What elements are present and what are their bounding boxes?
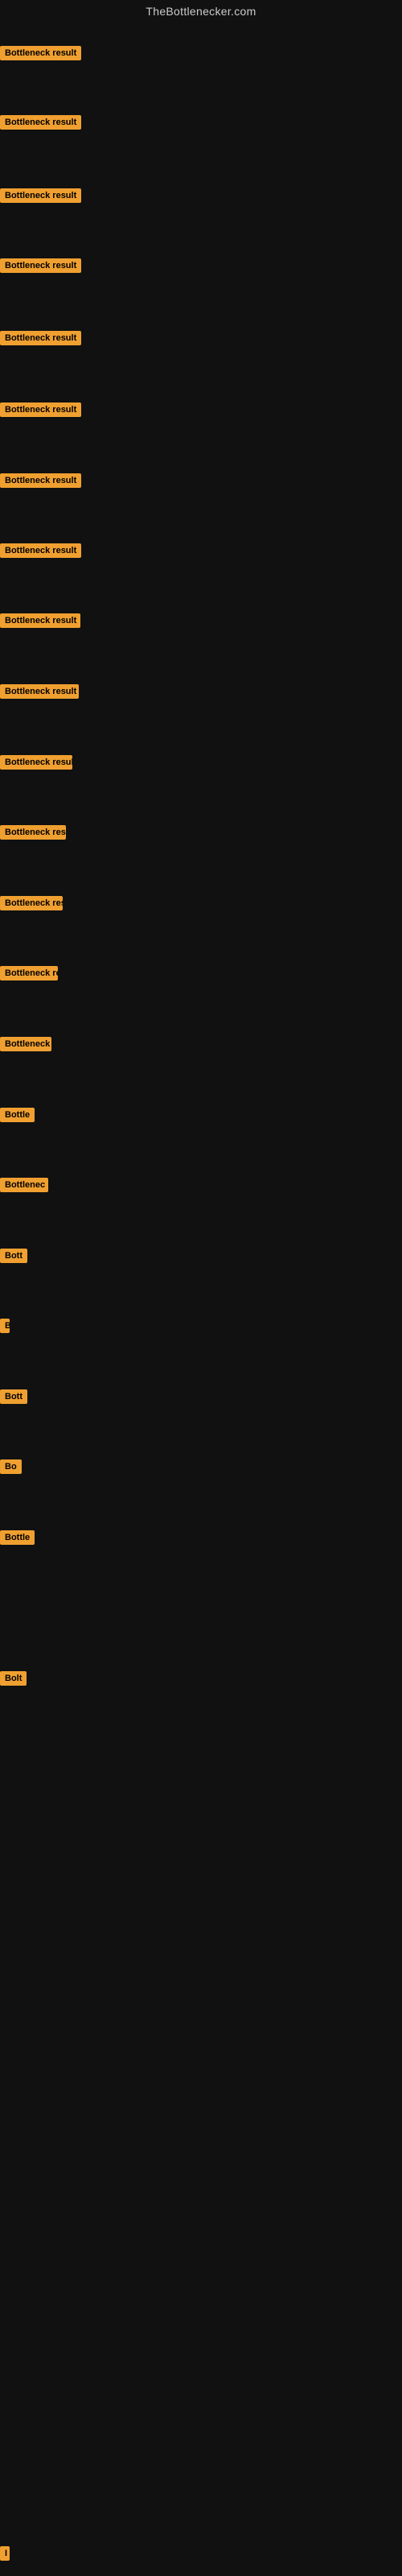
bottleneck-badge-4[interactable]: Bottleneck result [0, 258, 81, 273]
bottleneck-badge-row-8: Bottleneck result [0, 543, 81, 562]
bottleneck-badge-row-12: Bottleneck res [0, 825, 66, 844]
bottleneck-badge-row-17: Bottlenec [0, 1178, 48, 1196]
bottleneck-badge-row-23: Bolt [0, 1671, 27, 1690]
bottleneck-badge-row-16: Bottle [0, 1108, 35, 1126]
bottleneck-badge-row-3: Bottleneck result [0, 188, 81, 207]
bottleneck-badge-row-20: Bott [0, 1389, 27, 1408]
bottleneck-badge-row-9: Bottleneck result [0, 613, 80, 632]
bottleneck-badge-row-22: Bottle [0, 1530, 35, 1549]
bottleneck-badge-row-19: B [0, 1319, 10, 1337]
bottleneck-badge-row-14: Bottleneck re [0, 966, 58, 985]
bottleneck-badge-row-21: Bo [0, 1459, 22, 1478]
bottleneck-badge-21[interactable]: Bo [0, 1459, 22, 1474]
site-title: TheBottlenecker.com [0, 0, 402, 21]
bottleneck-badge-1[interactable]: Bottleneck result [0, 46, 81, 60]
bottleneck-badge-row-10: Bottleneck result [0, 684, 79, 703]
bottleneck-badge-row-15: Bottleneck [0, 1037, 51, 1055]
bottleneck-badge-row-13: Bottleneck res [0, 896, 63, 914]
bottleneck-badge-8[interactable]: Bottleneck result [0, 543, 81, 558]
bottleneck-badge-24[interactable]: I [0, 2546, 10, 2561]
bottleneck-badge-13[interactable]: Bottleneck res [0, 896, 63, 910]
bottleneck-badge-6[interactable]: Bottleneck result [0, 402, 81, 417]
bottleneck-badge-row-5: Bottleneck result [0, 331, 81, 349]
bottleneck-badge-row-2: Bottleneck result [0, 115, 81, 134]
bottleneck-badge-row-7: Bottleneck result [0, 473, 81, 492]
bottleneck-badge-14[interactable]: Bottleneck re [0, 966, 58, 980]
bottleneck-badge-23[interactable]: Bolt [0, 1671, 27, 1686]
bottleneck-badge-18[interactable]: Bott [0, 1249, 27, 1263]
bottleneck-badge-19[interactable]: B [0, 1319, 10, 1333]
bottleneck-badge-row-4: Bottleneck result [0, 258, 81, 277]
bottleneck-badge-11[interactable]: Bottleneck resul [0, 755, 72, 770]
bottleneck-badge-5[interactable]: Bottleneck result [0, 331, 81, 345]
bottleneck-badge-3[interactable]: Bottleneck result [0, 188, 81, 203]
bottleneck-badge-7[interactable]: Bottleneck result [0, 473, 81, 488]
bottleneck-badge-row-18: Bott [0, 1249, 27, 1267]
bottleneck-badge-row-11: Bottleneck resul [0, 755, 72, 774]
bottleneck-badge-row-24: I [0, 2546, 10, 2565]
bottleneck-badge-row-6: Bottleneck result [0, 402, 81, 421]
bottleneck-badge-12[interactable]: Bottleneck res [0, 825, 66, 840]
bottleneck-badge-9[interactable]: Bottleneck result [0, 613, 80, 628]
bottleneck-badge-17[interactable]: Bottlenec [0, 1178, 48, 1192]
bottleneck-badge-20[interactable]: Bott [0, 1389, 27, 1404]
bottleneck-badge-10[interactable]: Bottleneck result [0, 684, 79, 699]
bottleneck-badge-22[interactable]: Bottle [0, 1530, 35, 1545]
bottleneck-badge-2[interactable]: Bottleneck result [0, 115, 81, 130]
bottleneck-badge-row-1: Bottleneck result [0, 46, 81, 64]
bottleneck-badge-16[interactable]: Bottle [0, 1108, 35, 1122]
bottleneck-badge-15[interactable]: Bottleneck [0, 1037, 51, 1051]
